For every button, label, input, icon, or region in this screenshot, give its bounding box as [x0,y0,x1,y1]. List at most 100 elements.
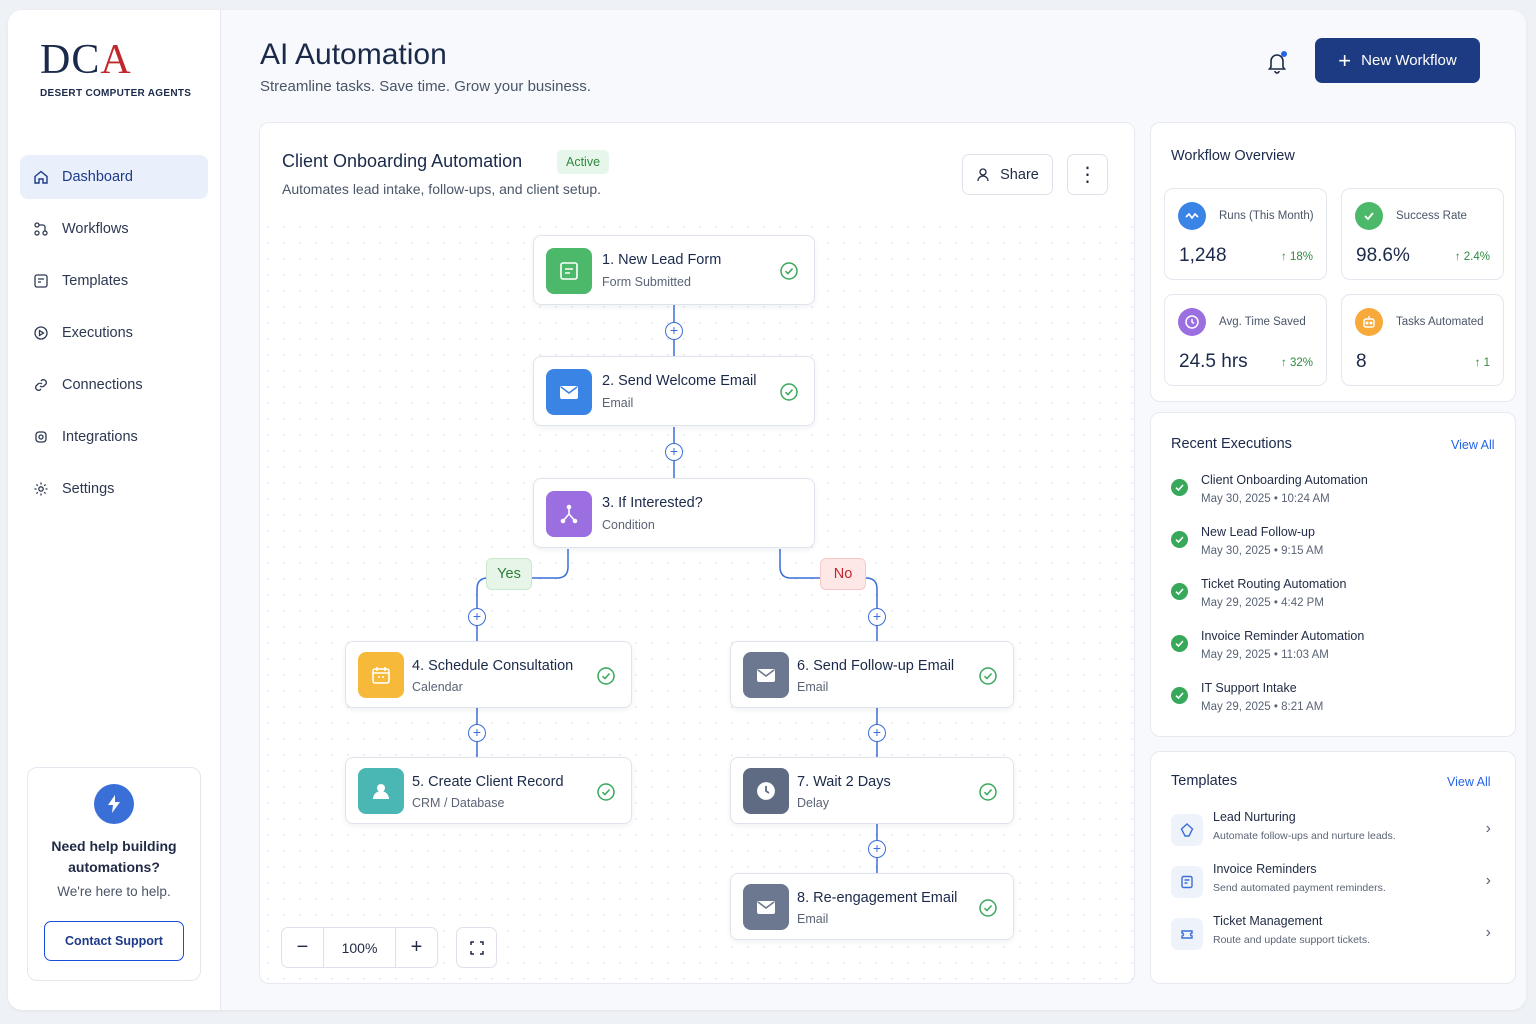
success-check-icon [1171,531,1188,548]
workflow-overview-panel: Workflow Overview Runs (This Month) 1,24… [1150,122,1516,402]
template-item-lead-nurturing[interactable]: Lead Nurturing Automate follow-ups and n… [1171,810,1491,854]
branch-no-label: No [820,558,866,590]
executions-view-all-link[interactable]: View All [1451,438,1495,452]
help-title: Need help building automations? [51,838,177,875]
node-subtitle: Delay [797,796,829,810]
node-title: 6. Send Follow-up Email [797,658,955,674]
new-workflow-button[interactable]: + New Workflow [1315,38,1480,83]
workflow-node-new-lead-form[interactable]: 1. New Lead Form Form Submitted [533,235,815,305]
workflow-node-re-engagement-email[interactable]: 8. Re-engagement Email Email [730,873,1014,940]
sidebar-item-executions[interactable]: Executions [20,311,208,355]
template-item-invoice-reminders[interactable]: Invoice Reminders Send automated payment… [1171,862,1491,906]
workflow-node-send-welcome-email[interactable]: 2. Send Welcome Email Email [533,356,815,426]
check-circle-icon [597,667,615,685]
execution-date: May 30, 2025 • 10:24 AM [1201,493,1330,505]
fit-screen-button[interactable] [456,927,497,968]
robot-icon [1355,308,1383,336]
node-title: 4. Schedule Consultation [412,658,574,674]
workflow-node-wait-2-days[interactable]: 7. Wait 2 Days Delay [730,757,1014,824]
logo-mark: DCA [40,37,132,83]
template-description: Route and update support tickets. [1213,934,1371,946]
stat-value: 8 [1356,351,1367,372]
workflow-node-schedule-consultation[interactable]: 4. Schedule Consultation Calendar [345,641,632,708]
contact-support-button[interactable]: Contact Support [44,921,184,961]
add-step-button[interactable]: + [868,608,886,626]
execution-date: May 29, 2025 • 11:03 AM [1201,649,1329,661]
node-subtitle: Condition [602,518,655,532]
page-title: AI Automation [260,38,447,71]
zoom-out-button[interactable]: − [282,928,323,967]
add-step-button[interactable]: + [665,322,683,340]
template-icon [34,274,48,288]
sidebar-item-dashboard[interactable]: Dashboard [20,155,208,199]
add-step-button[interactable]: + [468,608,486,626]
workflow-canvas[interactable]: Client Onboarding Automation Active Auto… [259,122,1135,984]
node-subtitle: Email [602,396,634,410]
templates-panel: Templates View All Lead Nurturing Automa… [1150,751,1516,984]
email-icon [546,369,592,415]
sidebar-item-label: Settings [62,481,115,497]
stat-label: Avg. Time Saved [1219,316,1306,328]
user-icon [358,768,404,814]
add-step-button[interactable]: + [868,724,886,742]
stat-delta: ↑ 32% [1281,357,1313,369]
success-check-icon [1171,479,1188,496]
execution-date: May 29, 2025 • 4:42 PM [1201,597,1324,609]
execution-name: Invoice Reminder Automation [1201,629,1365,643]
lightning-icon [94,784,134,824]
sidebar-item-workflows[interactable]: Workflows [20,207,208,251]
check-circle-icon [979,783,997,801]
execution-date: May 30, 2025 • 9:15 AM [1201,545,1324,557]
template-name: Lead Nurturing [1213,810,1296,824]
template-item-ticket-management[interactable]: Ticket Management Route and update suppo… [1171,914,1491,958]
email-icon [743,884,789,930]
templates-view-all-link[interactable]: View All [1447,775,1491,789]
success-check-icon [1171,687,1188,704]
sidebar-item-integrations[interactable]: Integrations [20,415,208,459]
chevron-right-icon: › [1485,872,1491,889]
bell-icon[interactable] [1264,50,1290,76]
sidebar-item-templates[interactable]: Templates [20,259,208,303]
clock-icon [1178,308,1206,336]
stat-label: Tasks Automated [1396,316,1484,328]
zoom-controls: − 100% + [281,927,438,968]
node-subtitle: CRM / Database [412,796,505,810]
sidebar-item-label: Templates [62,273,129,289]
check-circle-icon [979,667,997,685]
email-icon [743,652,789,698]
add-step-button[interactable]: + [868,840,886,858]
brand-name: DESERT COMPUTER AGENTS [40,88,192,99]
template-description: Automate follow-ups and nurture leads. [1213,830,1396,842]
node-title: 1. New Lead Form [602,252,722,268]
panel-title: Recent Executions [1171,436,1292,452]
chevron-right-icon: › [1485,820,1491,837]
stat-value: 98.6% [1356,245,1410,266]
workflow-node-if-interested[interactable]: 3. If Interested? Condition [533,478,815,548]
zoom-in-button[interactable]: + [396,928,437,967]
stat-card-runs: Runs (This Month) 1,248 ↑ 18% [1164,188,1327,280]
gear-icon [35,431,47,443]
workflow-node-send-follow-up-email[interactable]: 6. Send Follow-up Email Email [730,641,1014,708]
stat-label: Success Rate [1396,210,1467,222]
stat-card-time-saved: Avg. Time Saved 24.5 hrs ↑ 32% [1164,294,1327,386]
add-step-button[interactable]: + [665,443,683,461]
brand-logo[interactable]: DCA DESERT COMPUTER AGENTS [40,37,192,99]
calendar-icon [358,652,404,698]
lead-icon [1171,814,1203,846]
ticket-icon [1171,918,1203,950]
execution-name: Client Onboarding Automation [1201,473,1368,487]
sidebar: DCA DESERT COMPUTER AGENTS Dashboard Wor… [8,10,221,1010]
sidebar-item-connections[interactable]: Connections [20,363,208,407]
node-subtitle: Form Submitted [602,275,691,289]
stat-card-success-rate: Success Rate 98.6% ↑ 2.4% [1341,188,1504,280]
add-step-button[interactable]: + [468,724,486,742]
sidebar-item-label: Workflows [62,221,129,237]
sidebar-item-settings[interactable]: Settings [20,467,208,511]
page-subtitle: Streamline tasks. Save time. Grow your b… [260,78,591,95]
node-subtitle: Email [797,680,829,694]
branch-yes-label: Yes [486,558,532,590]
workflow-node-create-client-record[interactable]: 5. Create Client Record CRM / Database [345,757,632,824]
check-icon [1355,202,1383,230]
clock-icon [743,768,789,814]
template-name: Ticket Management [1213,914,1323,928]
